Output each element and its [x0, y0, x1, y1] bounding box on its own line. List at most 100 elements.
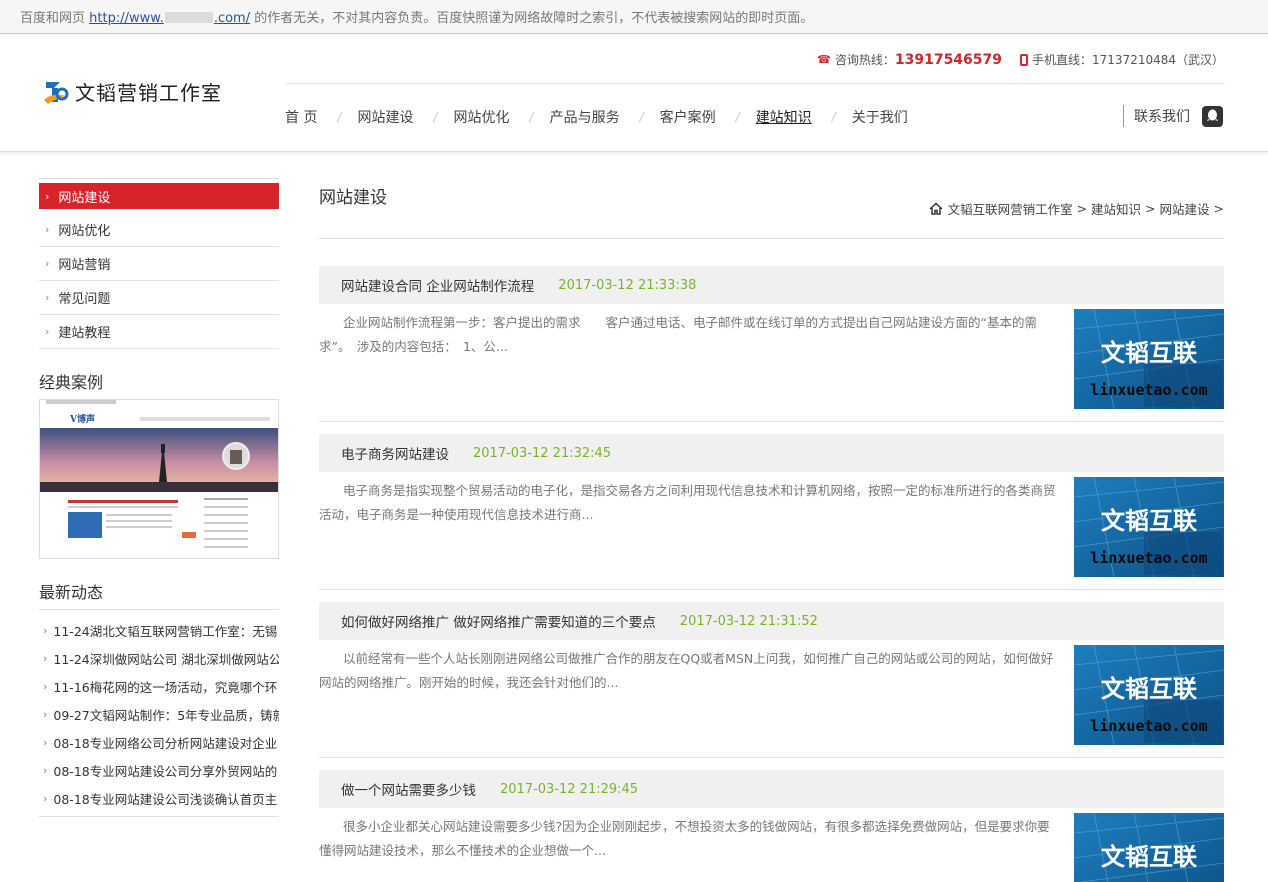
- url-redaction: [164, 12, 213, 23]
- breadcrumb-current[interactable]: 网站建设: [1160, 199, 1210, 218]
- article-date: 2017-03-12 21:33:38: [558, 277, 697, 293]
- case-website-thumbnail: V博声: [40, 400, 278, 558]
- site-logo[interactable]: 文韬营销工作室: [42, 77, 222, 106]
- breadcrumb-knowledge[interactable]: 建站知识: [1091, 199, 1141, 218]
- chevron-right-icon: ›: [43, 623, 48, 637]
- home-icon: [929, 202, 943, 215]
- article-header: 电子商务网站建设 2017-03-12 21:32:45: [319, 434, 1224, 472]
- hotline-label: 咨询热线：: [834, 53, 895, 67]
- svg-text:V博声: V博声: [69, 413, 95, 425]
- brand-thumbnail-image: 文韬互联: [1074, 813, 1224, 882]
- brand-thumbnail-image: 文韬互联 linxuetao.com: [1074, 309, 1224, 409]
- news-item[interactable]: › 11-24湖北文韬互联网营销工作室：无锡: [39, 616, 279, 644]
- chevron-right-icon: ›: [43, 763, 48, 777]
- article-date: 2017-03-12 21:32:45: [473, 445, 612, 461]
- brand-thumbnail-image: 文韬互联 linxuetao.com: [1074, 645, 1224, 745]
- news-item[interactable]: › 08-18专业网站建设公司浅谈确认首页主: [39, 784, 279, 812]
- article-summary: 企业网站制作流程第一步：客户提出的需求 客户通过电话、电子邮件或在线订单的方式提…: [319, 315, 1037, 354]
- svg-text:linxuetao.com: linxuetao.com: [1090, 381, 1207, 399]
- notice-prefix: 百度和网页: [20, 11, 86, 26]
- news-item[interactable]: › 08-18专业网络公司分析网站建设对企业: [39, 728, 279, 756]
- chevron-right-icon: ›: [43, 707, 48, 721]
- category-item-website-building[interactable]: › 网站建设: [39, 183, 279, 209]
- chevron-right-icon: ›: [45, 223, 50, 236]
- article-header: 如何做好网络推广 做好网络推广需要知道的三个要点 2017-03-12 21:3…: [319, 602, 1224, 640]
- svg-text:文韬互联: 文韬互联: [1101, 506, 1197, 535]
- nav-separator: /: [639, 110, 644, 124]
- svg-text:linxuetao.com: linxuetao.com: [1090, 717, 1207, 735]
- category-item-tutorial[interactable]: › 建站教程: [39, 315, 279, 349]
- news-item[interactable]: › 11-16梅花网的这一场活动，究竟哪个环: [39, 672, 279, 700]
- qq-icon: [1202, 105, 1223, 127]
- svg-text:文韬互联: 文韬互联: [1101, 338, 1197, 367]
- site-header: 文韬营销工作室 ☎ 咨询热线： 13917546579 手机直线：1713721…: [0, 35, 1268, 152]
- nav-separator: /: [831, 110, 836, 124]
- breadcrumb-home[interactable]: 文韬互联网营销工作室: [948, 199, 1073, 218]
- article-thumbnail[interactable]: 文韬互联: [1074, 813, 1224, 882]
- nav-seo[interactable]: 网站优化: [454, 107, 510, 127]
- nav-separator: /: [337, 110, 342, 124]
- article-date: 2017-03-12 21:29:45: [500, 781, 639, 797]
- chevron-right-icon: ›: [45, 257, 50, 270]
- nav-about[interactable]: 关于我们: [852, 107, 908, 127]
- article-item: 网站建设合同 企业网站制作流程 2017-03-12 21:33:38 企业网站…: [319, 266, 1224, 422]
- article-summary: 很多小企业都关心网站建设需要多少钱?因为企业刚刚起步，不想投资太多的钱做网站，有…: [319, 819, 1050, 858]
- snapshot-notice: 百度和网页 http://www. .com/ 的作者无关，不对其内容负责。百度快…: [0, 0, 1268, 34]
- article-title[interactable]: 做一个网站需要多少钱: [341, 779, 476, 799]
- main-nav: 首 页 / 网站建设 / 网站优化 / 产品与服务 / 客户案例 / 建站知识 …: [285, 107, 928, 127]
- news-item[interactable]: › 11-24深圳做网站公司 湖北深圳做网站公: [39, 644, 279, 672]
- article-date: 2017-03-12 21:31:52: [679, 613, 818, 629]
- chevron-right-icon: ›: [43, 735, 48, 749]
- svg-text:linxuetao.com: linxuetao.com: [1090, 549, 1207, 567]
- nav-cases[interactable]: 客户案例: [660, 107, 716, 127]
- news-item[interactable]: › 09-27文韬网站制作：5年专业品质，铸就: [39, 700, 279, 728]
- article-thumbnail[interactable]: 文韬互联 linxuetao.com: [1074, 309, 1224, 409]
- category-item-faq[interactable]: › 常见问题: [39, 281, 279, 315]
- nav-knowledge[interactable]: 建站知识: [756, 107, 812, 127]
- svg-text:文韬互联: 文韬互联: [1101, 674, 1197, 703]
- contact-info: ☎ 咨询热线： 13917546579 手机直线：17137210484（武汉）: [817, 51, 1224, 68]
- chevron-right-icon: ›: [43, 679, 48, 693]
- article-thumbnail[interactable]: 文韬互联 linxuetao.com: [1074, 645, 1224, 745]
- article-item: 做一个网站需要多少钱 2017-03-12 21:29:45 很多小企业都关心网…: [319, 770, 1224, 882]
- article-thumbnail[interactable]: 文韬互联 linxuetao.com: [1074, 477, 1224, 577]
- article-header: 做一个网站需要多少钱 2017-03-12 21:29:45: [319, 770, 1224, 808]
- category-menu: › 网站建设 › 网站优化 › 网站营销 › 常见问题 › 建站教程: [39, 178, 279, 349]
- breadcrumb: 文韬互联网营销工作室 > 建站知识 > 网站建设 >: [929, 199, 1224, 218]
- category-item-marketing[interactable]: › 网站营销: [39, 247, 279, 281]
- chevron-right-icon: ›: [43, 791, 48, 805]
- phone-icon: ☎: [817, 53, 831, 66]
- case-screenshot[interactable]: V博声: [39, 399, 279, 559]
- article-item: 如何做好网络推广 做好网络推广需要知道的三个要点 2017-03-12 21:3…: [319, 602, 1224, 758]
- nav-website-building[interactable]: 网站建设: [358, 107, 414, 127]
- news-item[interactable]: › 08-18专业网站建设公司分享外贸网站的: [39, 756, 279, 784]
- latest-news-list: › 11-24湖北文韬互联网营销工作室：无锡 › 11-24深圳做网站公司 湖北深圳…: [39, 609, 279, 817]
- article-item: 电子商务网站建设 2017-03-12 21:32:45 电子商务是指实现整个贸…: [319, 434, 1224, 590]
- page-title: 网站建设: [319, 188, 387, 208]
- hotline-number: 13917546579: [894, 51, 1003, 68]
- logo-text: 文韬营销工作室: [75, 81, 222, 105]
- article-title[interactable]: 如何做好网络推广 做好网络推广需要知道的三个要点: [341, 611, 656, 631]
- article-title[interactable]: 电子商务网站建设: [341, 443, 449, 463]
- mobile-label: 手机直线：17137210484（武汉）: [1032, 53, 1224, 67]
- chevron-right-icon: ›: [45, 325, 50, 338]
- contact-us-button[interactable]: 联系我们: [1123, 105, 1223, 127]
- article-summary: 电子商务是指实现整个贸易活动的电子化，是指交易各方之间利用现代信息技术和计算机网…: [319, 483, 1056, 522]
- nav-divider: [285, 83, 1225, 84]
- nav-products[interactable]: 产品与服务: [550, 107, 620, 127]
- contact-us-label: 联系我们: [1134, 109, 1190, 125]
- mobile-icon: [1020, 53, 1029, 66]
- notice-suffix: 的作者无关，不对其内容负责。百度快照谨为网络故障时之索引，不代表被搜索网站的即时…: [254, 11, 814, 26]
- source-url-link[interactable]: http://www. .com/: [89, 11, 250, 26]
- logo-icon: [44, 81, 69, 104]
- svg-text:文韬互联: 文韬互联: [1101, 842, 1197, 871]
- article-summary: 以前经常有一些个人站长刚刚进网络公司做推广合作的朋友在QQ或者MSN上问我，如何…: [319, 651, 1054, 690]
- chevron-right-icon: ›: [45, 291, 50, 304]
- category-item-seo[interactable]: › 网站优化: [39, 213, 279, 247]
- nav-separator: /: [735, 110, 740, 124]
- nav-separator: /: [433, 110, 438, 124]
- nav-home[interactable]: 首 页: [285, 107, 317, 127]
- article-title[interactable]: 网站建设合同 企业网站制作流程: [341, 275, 534, 295]
- case-heading: 经典案例: [39, 373, 104, 392]
- chevron-right-icon: ›: [45, 189, 50, 203]
